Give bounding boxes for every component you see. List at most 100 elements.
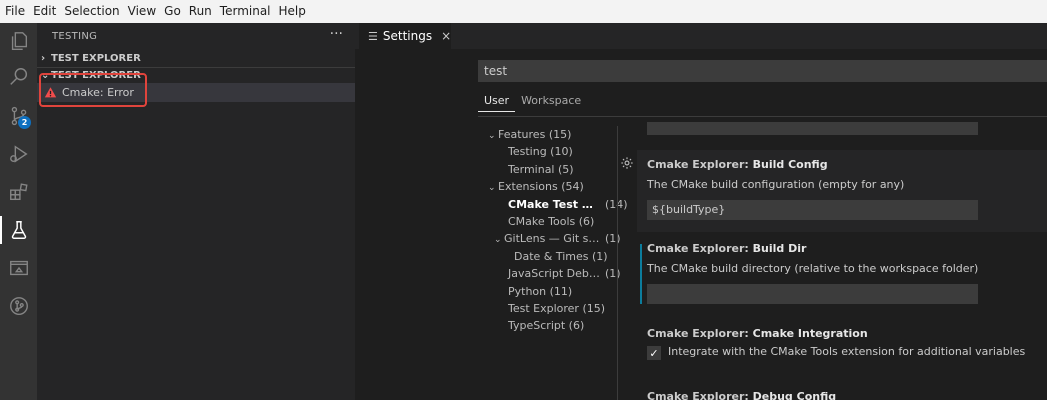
toc-item[interactable]: Test Explorer (15) [508, 300, 605, 317]
chevron-right-icon: › [41, 52, 46, 64]
toc-item-count: (6) [578, 215, 595, 228]
sidebar-title: TESTING [52, 31, 98, 42]
menu-go[interactable]: Go [160, 0, 185, 23]
previous-setting-input[interactable] [647, 122, 978, 135]
editor-tab-bar: ☰ Settings × [355, 23, 1047, 49]
menu-terminal[interactable]: Terminal [216, 0, 275, 23]
toc-item-label: Extensions [498, 180, 558, 194]
setting-category: Cmake Explorer: [647, 242, 753, 255]
toc-item-label: Features [498, 128, 546, 141]
toc-item-count: (11) [549, 284, 573, 298]
toc-item-label: TypeScript [508, 319, 566, 333]
menu-selection[interactable]: Selection [60, 0, 123, 23]
toc-item-count: (15) [582, 302, 606, 315]
git-graph-icon [9, 297, 28, 315]
remote-explorer-button[interactable] [0, 250, 37, 286]
settings-list-icon: ☰ [368, 29, 378, 43]
setting-name: Cmake Integration [752, 327, 868, 340]
toc-item[interactable]: ⌄ Extensions (54) [488, 178, 584, 195]
tab-user[interactable]: User [478, 90, 516, 112]
menu-view[interactable]: View [124, 0, 160, 23]
menu-file[interactable]: File [1, 0, 29, 23]
menu-edit[interactable]: Edit [29, 0, 60, 23]
testing-sidebar: TESTING ··· › TEST EXPLORER ⌄ TEST EXPLO… [37, 23, 355, 400]
section-test-explorer-collapsed[interactable]: › TEST EXPLORER [37, 48, 355, 68]
toc-item[interactable]: CMake Tools (6) [508, 213, 594, 230]
setting-description: The CMake build configuration (empty for… [647, 178, 905, 191]
toc-item-count: (1) [592, 249, 608, 263]
build-dir-input[interactable] [647, 284, 978, 304]
check-icon: ✓ [649, 346, 659, 360]
toc-item-count: (10) [550, 145, 573, 159]
setting-title-build-dir: Cmake Explorer: Build Dir [647, 242, 806, 255]
setting-title-debug-config: Cmake Explorer: Debug Config [647, 390, 836, 400]
source-control-button[interactable]: 2 [0, 98, 37, 134]
toc-item[interactable]: TypeScript (6) [508, 317, 584, 334]
extensions-icon [9, 183, 28, 201]
setting-description: The CMake build directory (relative to t… [647, 262, 979, 275]
modified-indicator [640, 244, 642, 304]
setting-category: Cmake Explorer: [647, 390, 753, 400]
gear-icon[interactable] [620, 156, 634, 170]
scm-count-badge: 2 [18, 116, 31, 129]
files-icon [11, 32, 27, 50]
toc-divider [617, 126, 618, 400]
setting-title-build-config: Cmake Explorer: Build Config [647, 158, 828, 171]
toc-item[interactable]: Terminal (5) [508, 161, 574, 178]
close-icon[interactable]: × [441, 29, 451, 43]
tab-workspace[interactable]: Workspace [515, 90, 587, 112]
toc-item-count: (15) [548, 128, 572, 141]
run-debug-button[interactable] [0, 136, 37, 172]
cmake-integration-checkbox[interactable]: ✓ [647, 346, 661, 360]
settings-scope-tabs: User Workspace [478, 90, 587, 112]
toc-item-label: JavaScript Deb… [508, 267, 600, 281]
settings-search-input[interactable]: test [478, 60, 1047, 82]
activity-bar: 2 [0, 23, 37, 400]
toc-item-label: Test Explorer [508, 302, 579, 315]
explorer-button[interactable] [0, 23, 37, 59]
remote-explorer-icon [9, 260, 28, 276]
git-graph-button[interactable] [0, 288, 37, 324]
section-label: TEST EXPLORER [51, 52, 141, 64]
toc-item[interactable]: JavaScript Deb… (1) [508, 265, 621, 282]
tab-label: Settings [382, 29, 433, 43]
testing-button[interactable] [0, 212, 37, 248]
toc-item-count: (54) [561, 180, 584, 194]
menu-run[interactable]: Run [185, 0, 216, 23]
setting-name: Build Dir [752, 242, 807, 255]
toc-item-count: (5) [558, 162, 574, 176]
toc-item[interactable]: Python (11) [508, 283, 572, 300]
toc-item-label: CMake Test … [508, 197, 593, 211]
toc-item[interactable]: ⌄ GitLens — Git s… (1) [494, 230, 621, 247]
chevron-down-icon: ⌄ [488, 183, 496, 194]
setting-category: Cmake Explorer: [647, 327, 753, 340]
run-debug-icon [9, 145, 28, 163]
testing-icon [11, 221, 26, 239]
search-view-button[interactable] [0, 59, 37, 95]
extensions-button[interactable] [0, 174, 37, 210]
highlight-box [39, 73, 147, 107]
toc-item-label: Testing [508, 145, 547, 159]
toc-item[interactable]: Testing (10) [508, 143, 573, 160]
toc-item-count: (1) [605, 267, 621, 281]
checkbox-label: Integrate with the CMake Tools extension… [668, 345, 1026, 358]
scope-divider [478, 116, 1047, 117]
setting-name: Debug Config [752, 390, 837, 400]
toc-item[interactable]: Date & Times (1) [514, 248, 608, 265]
toc-item-label: CMake Tools [508, 215, 576, 228]
build-config-input[interactable]: ${buildType} [647, 200, 978, 220]
toc-item[interactable]: CMake Test … (14) [508, 196, 628, 213]
toc-item-count: (1) [605, 232, 621, 246]
setting-name: Build Config [752, 158, 828, 171]
setting-title-cmake-integration: Cmake Explorer: Cmake Integration [647, 327, 868, 340]
chevron-down-icon: ⌄ [488, 131, 496, 141]
tab-settings[interactable]: ☰ Settings × [359, 23, 451, 49]
menu-help[interactable]: Help [275, 0, 310, 23]
toc-item-label: Terminal [508, 162, 555, 176]
menu-bar: File Edit Selection View Go Run Terminal… [0, 0, 1047, 23]
toc-item[interactable]: ⌄ Features (15) [488, 126, 571, 143]
more-actions-button[interactable]: ··· [330, 26, 343, 42]
toc-item-count: (6) [568, 319, 585, 333]
search-icon [9, 68, 27, 85]
toc-item-label: GitLens — Git s… [504, 232, 600, 246]
